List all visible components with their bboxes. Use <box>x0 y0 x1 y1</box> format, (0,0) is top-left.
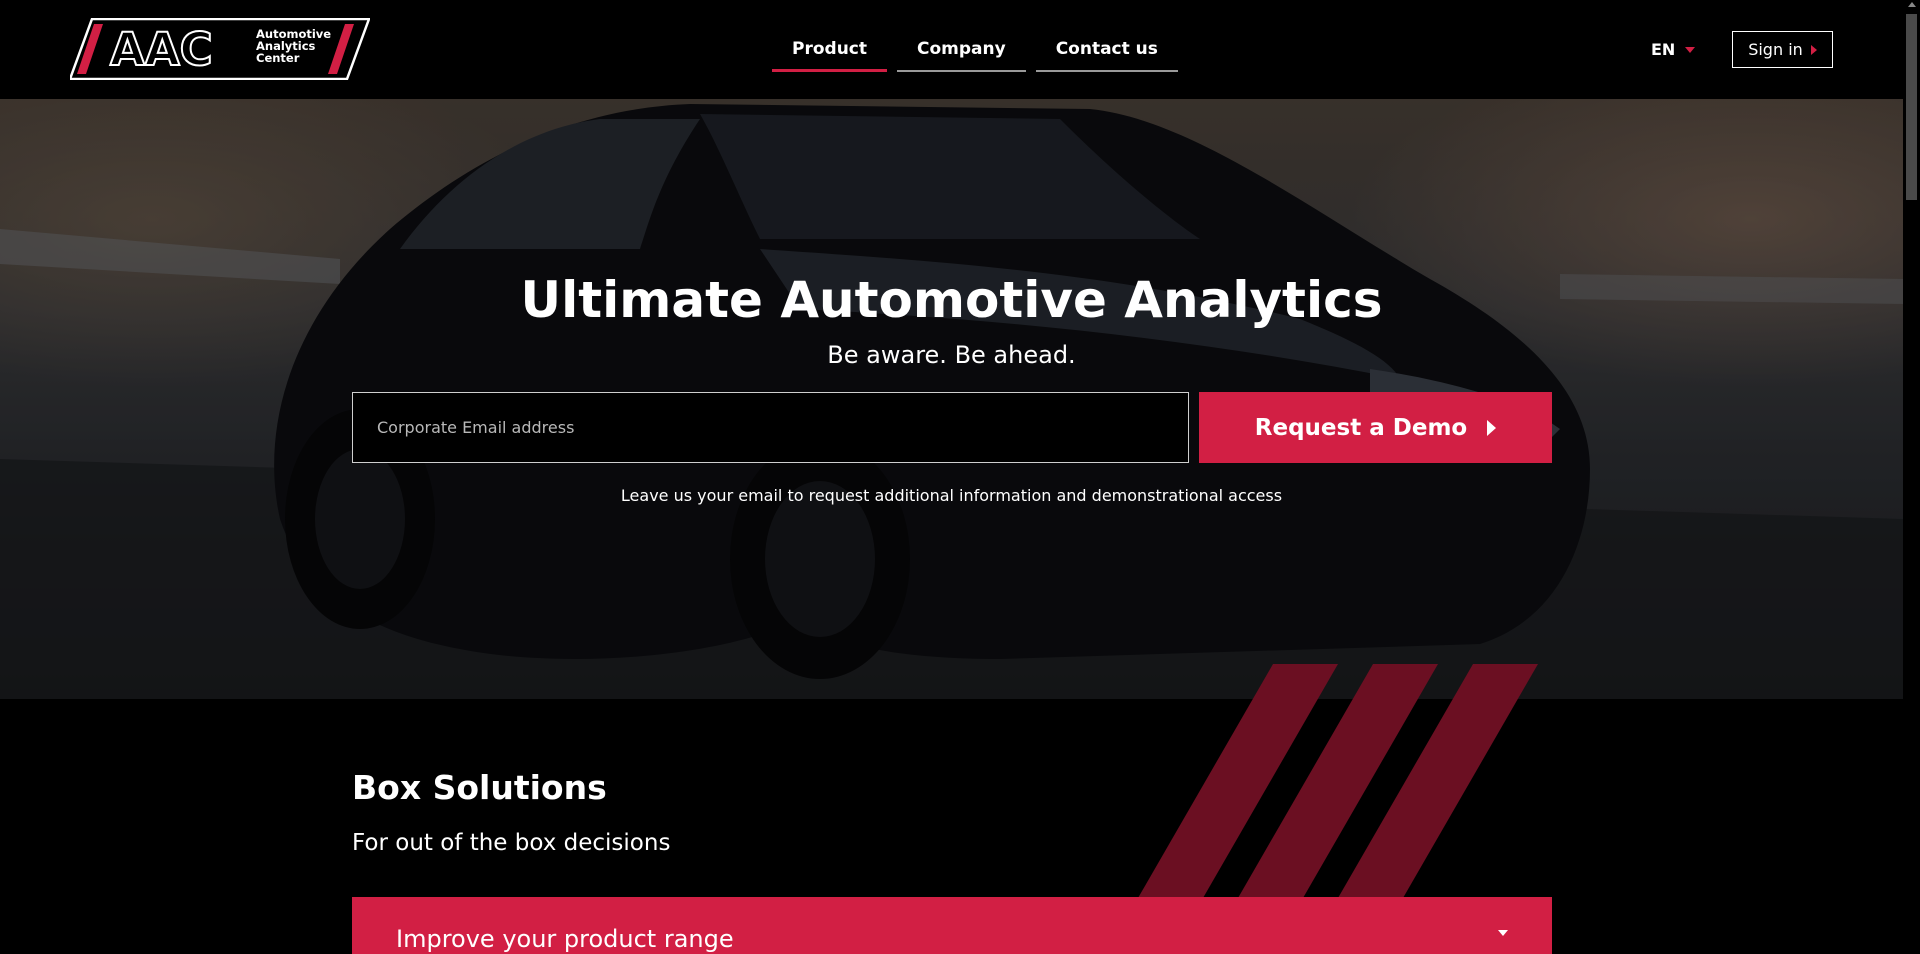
hero-note: Leave us your email to request additiona… <box>620 486 1283 505</box>
decorative-stripes <box>1138 664 1538 898</box>
logo-wordmark: AAC <box>110 23 213 76</box>
signin-button[interactable]: Sign in <box>1732 31 1833 68</box>
request-demo-label: Request a Demo <box>1254 414 1468 441</box>
chevron-down-icon <box>1685 46 1696 53</box>
chevron-right-icon <box>1810 44 1817 55</box>
request-demo-button[interactable]: Request a Demo <box>1199 392 1552 463</box>
hero-title: Ultimate Automotive Analytics <box>520 271 1383 329</box>
main-nav: Product Company Contact us <box>772 28 1178 72</box>
hero-section: Ultimate Automotive Analytics Be aware. … <box>0 99 1903 699</box>
nav-item-company[interactable]: Company <box>897 28 1026 72</box>
site-header: AAC Automotive Analytics Center Product … <box>0 0 1903 99</box>
nav-item-product[interactable]: Product <box>772 28 887 72</box>
logo-line-3: Center <box>256 51 300 65</box>
logo[interactable]: AAC Automotive Analytics Center <box>70 18 370 80</box>
scroll-up-arrow-icon[interactable] <box>1908 2 1916 7</box>
language-selector[interactable]: EN <box>1651 40 1696 59</box>
accordion-label: Improve your product range <box>396 925 734 953</box>
page-scrollbar[interactable] <box>1903 0 1920 954</box>
chevron-right-icon <box>1487 419 1497 436</box>
scrollbar-thumb[interactable] <box>1906 14 1917 200</box>
email-input[interactable] <box>352 392 1189 463</box>
signin-label: Sign in <box>1748 40 1803 59</box>
hero-subtitle: Be aware. Be ahead. <box>827 341 1076 369</box>
section-title: Box Solutions <box>352 768 607 807</box>
logo-text: Automotive Analytics Center <box>256 28 331 64</box>
section-subtitle: For out of the box decisions <box>352 830 671 856</box>
language-label: EN <box>1651 40 1676 59</box>
accordion-improve-product-range[interactable]: Improve your product range <box>352 897 1552 954</box>
chevron-down-icon <box>1498 930 1508 936</box>
nav-item-contact[interactable]: Contact us <box>1035 28 1178 72</box>
